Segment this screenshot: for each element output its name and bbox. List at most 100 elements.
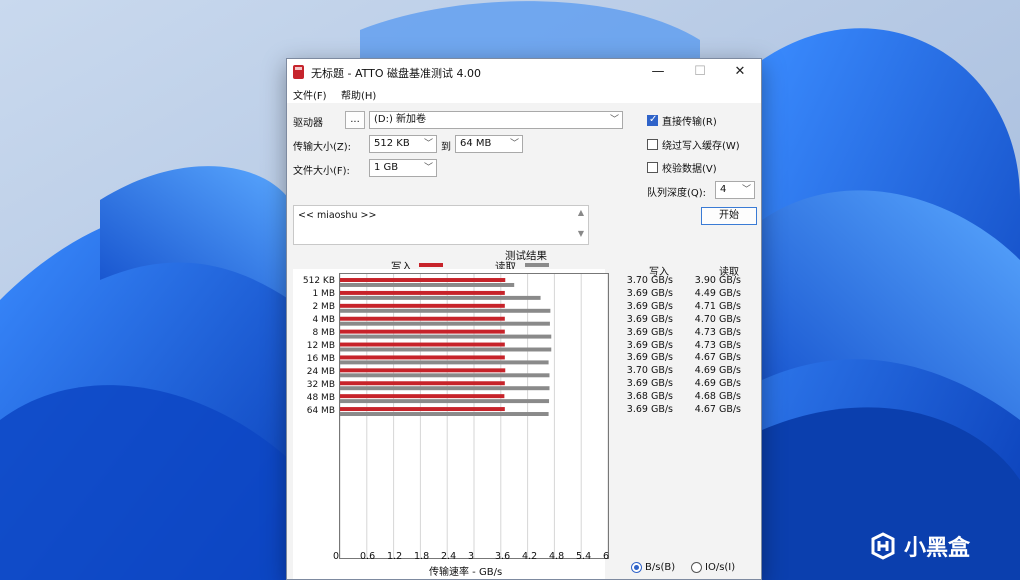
read-bar [340, 360, 549, 365]
x-tick-label: 3 [468, 551, 475, 562]
write-bar [340, 407, 505, 412]
verify-data-checkbox[interactable]: 校验数据(V) [647, 160, 717, 175]
write-bar [340, 290, 505, 295]
chevron-down-icon: ﹀ [423, 139, 433, 149]
read-result: 4.70 GB/s [694, 313, 741, 325]
disk-icon [293, 65, 304, 79]
row-label: 1 MB [312, 289, 335, 299]
read-result: 4.71 GB/s [694, 300, 741, 312]
transfer-from-select[interactable]: 512 KB ﹀ [369, 135, 437, 153]
write-result: 3.70 GB/s [626, 365, 673, 377]
write-bar [340, 329, 505, 334]
x-tick-label: 5.4 [576, 551, 592, 562]
unit-bs-radio[interactable]: B/s(B) [631, 562, 675, 573]
scroll-down-icon[interactable]: ▼ [574, 229, 588, 238]
write-result: 3.69 GB/s [626, 404, 673, 415]
read-result: 4.69 GB/s [694, 365, 741, 377]
radio-selected-icon [631, 562, 642, 573]
atto-window: 无标题 - ATTO 磁盘基准测试 4.00 — ☐ ✕ 文件(F) 帮助(H)… [286, 58, 762, 580]
direct-io-checkbox[interactable]: 直接传输(R) [647, 113, 717, 128]
drive-select[interactable]: (D:) 新加卷 ﹀ [369, 111, 623, 129]
write-result: 3.69 GB/s [626, 378, 673, 390]
description-textarea[interactable]: << miaoshu >> ▲ ▼ [293, 205, 589, 245]
row-label: 512 KB [302, 276, 335, 286]
checkbox-checked-icon [647, 114, 658, 126]
write-bar [340, 316, 505, 321]
write-bar [340, 381, 505, 386]
window-title: 无标题 - ATTO 磁盘基准测试 4.00 [311, 67, 482, 80]
file-size-value: 1 GB [374, 162, 399, 173]
write-result: 3.70 GB/s [626, 275, 673, 286]
write-result: 3.69 GB/s [626, 339, 673, 351]
x-tick-label: 4.2 [522, 551, 538, 562]
file-size-select[interactable]: 1 GB ﹀ [369, 159, 437, 177]
read-bar [340, 347, 552, 352]
read-bar [340, 412, 549, 416]
read-result: 4.69 GB/s [694, 378, 741, 390]
minimize-button[interactable]: — [643, 62, 673, 82]
x-tick-label: 6 [603, 551, 610, 562]
transfer-size-label: 传输大小(Z): [293, 142, 352, 153]
write-result: 3.69 GB/s [626, 313, 673, 325]
write-bar [340, 278, 506, 282]
write-result: 3.69 GB/s [626, 326, 673, 338]
x-axis-title: 传输速率 - GB/s [429, 567, 503, 578]
x-tick-label: 0.6 [360, 551, 376, 562]
bypass-cache-label: 绕过写入缓存(W) [662, 141, 740, 152]
row-label: 12 MB [306, 341, 335, 351]
x-tick-label: 1.2 [387, 551, 403, 562]
unit-ios-radio[interactable]: IO/s(I) [691, 562, 735, 573]
title-bar[interactable]: 无标题 - ATTO 磁盘基准测试 4.00 — ☐ ✕ [287, 59, 761, 85]
read-bar [340, 334, 552, 339]
menu-bar: 文件(F) 帮助(H) [287, 85, 761, 103]
menu-help[interactable]: 帮助(H) [341, 87, 376, 102]
read-result: 4.73 GB/s [694, 326, 741, 338]
unit-ios-label: IO/s(I) [705, 562, 736, 573]
read-bar [340, 399, 550, 404]
maximize-button[interactable]: ☐ [685, 62, 715, 82]
queue-depth-value: 4 [720, 184, 727, 195]
chevron-down-icon: ﹀ [509, 139, 519, 149]
write-result: 3.69 GB/s [626, 300, 673, 312]
verify-data-label: 校验数据(V) [662, 164, 717, 175]
to-label: 到 [441, 142, 451, 153]
x-tick-label: 1.8 [414, 551, 430, 562]
row-label: 2 MB [312, 302, 335, 312]
queue-depth-label: 队列深度(Q): [647, 188, 707, 199]
write-bar [340, 303, 505, 308]
start-button[interactable]: 开始 [701, 207, 757, 225]
x-tick-label: 0 [333, 551, 340, 562]
read-result: 4.68 GB/s [694, 391, 741, 403]
transfer-from-value: 512 KB [374, 138, 410, 149]
transfer-to-select[interactable]: 64 MB ﹀ [455, 135, 523, 153]
direct-io-label: 直接传输(R) [662, 117, 717, 128]
read-result: 4.67 GB/s [694, 352, 741, 364]
row-label: 16 MB [306, 354, 335, 364]
close-button[interactable]: ✕ [725, 62, 755, 82]
bypass-cache-checkbox[interactable]: 绕过写入缓存(W) [647, 137, 740, 152]
scroll-up-icon[interactable]: ▲ [574, 208, 588, 217]
menu-file[interactable]: 文件(F) [293, 87, 327, 102]
write-bar [340, 394, 505, 399]
write-bar [340, 342, 505, 347]
bar-chart [339, 273, 609, 559]
read-bar [340, 295, 541, 300]
legend-read-swatch [525, 263, 549, 267]
row-label: 8 MB [312, 328, 335, 338]
xiaoheihe-watermark: 小黑盒 [868, 530, 970, 562]
write-result: 3.69 GB/s [626, 352, 673, 364]
write-bar [340, 355, 505, 360]
browse-button[interactable]: ... [345, 111, 365, 129]
row-label: 24 MB [306, 367, 335, 377]
chevron-down-icon: ﹀ [609, 115, 619, 125]
x-tick-label: 2.4 [441, 551, 457, 562]
x-tick-label: 3.6 [495, 551, 511, 562]
legend-write-swatch [419, 263, 443, 267]
xiaoheihe-logo-icon [871, 532, 895, 560]
drive-value: (D:) 新加卷 [374, 114, 427, 125]
checkbox-icon [647, 162, 658, 173]
row-label: 32 MB [306, 380, 335, 390]
queue-depth-select[interactable]: 4 ﹀ [715, 181, 755, 199]
notes-scrollbar[interactable]: ▲ ▼ [574, 206, 588, 244]
write-result: 3.68 GB/s [626, 391, 673, 403]
